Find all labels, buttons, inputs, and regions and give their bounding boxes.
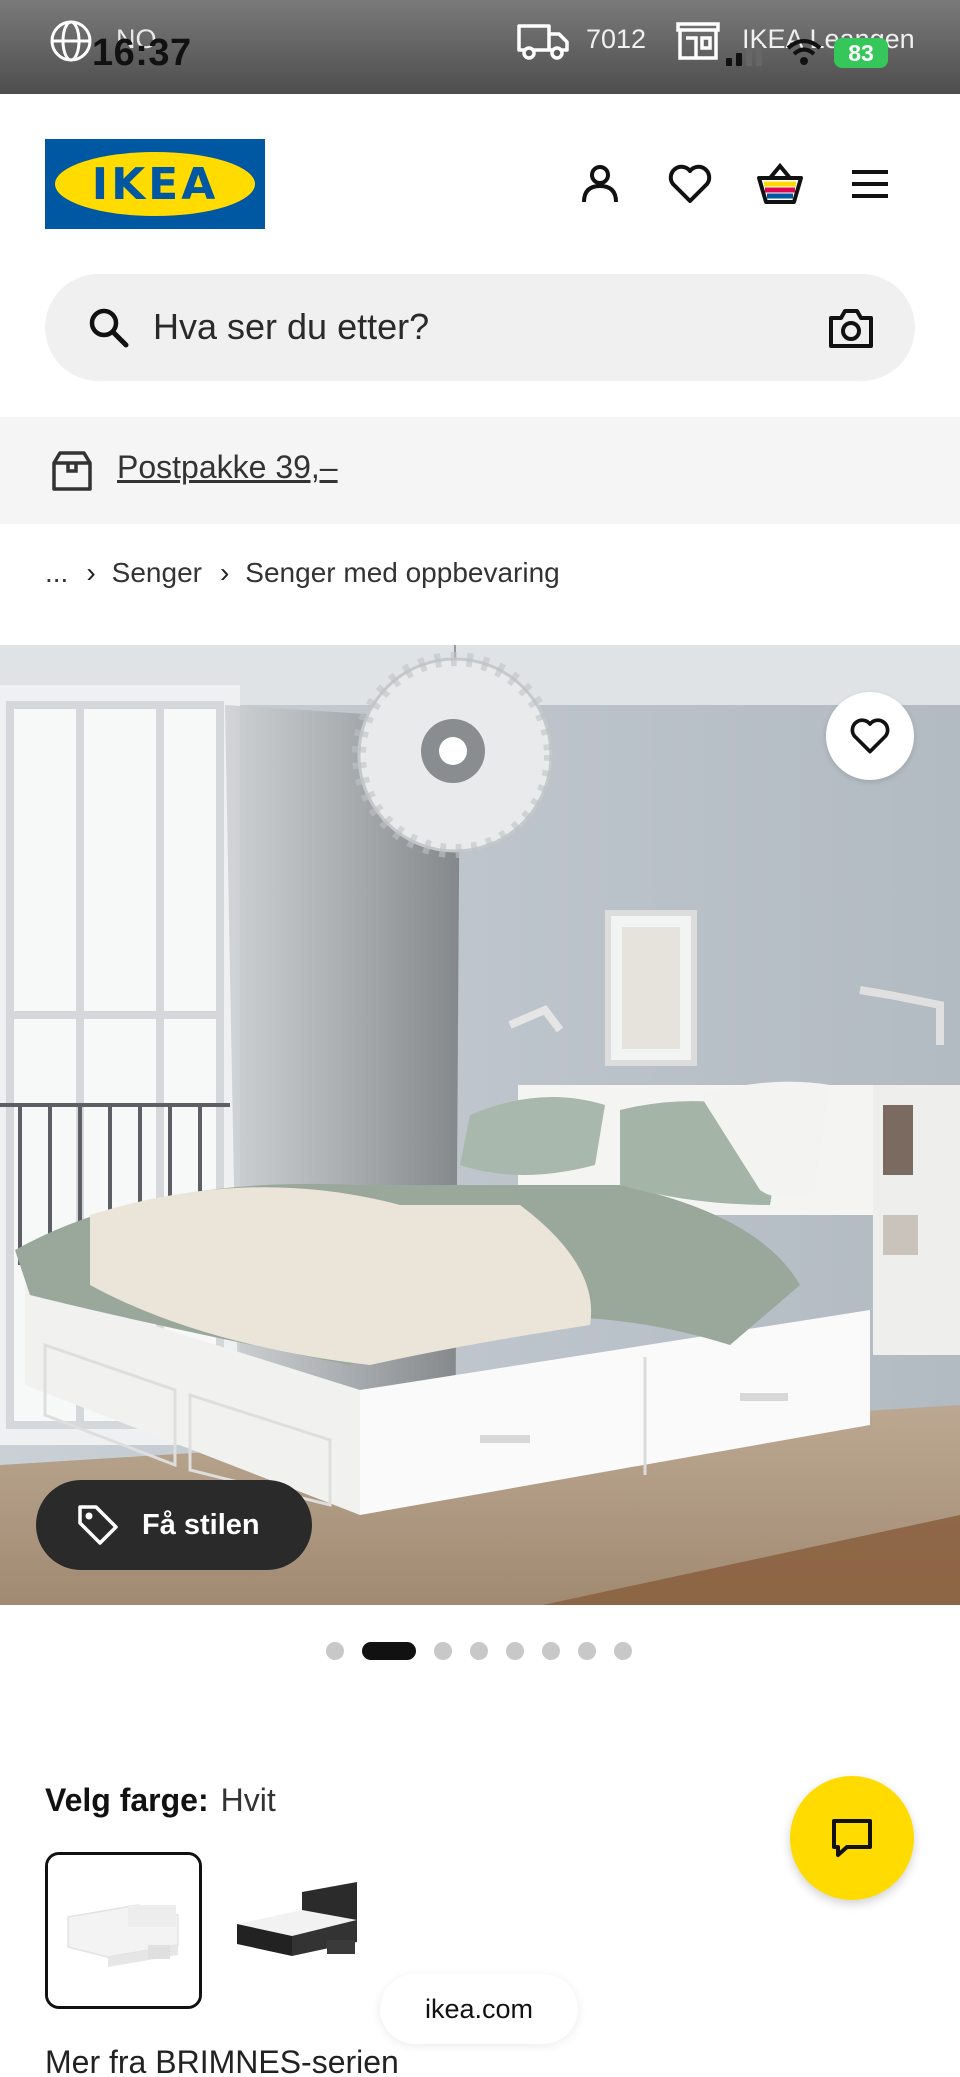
search-bar[interactable]	[45, 274, 915, 381]
ikea-logo[interactable]: IKEA	[45, 139, 265, 229]
carousel-dot[interactable]	[506, 1642, 524, 1660]
breadcrumb-item-senger[interactable]: Senger	[112, 557, 202, 589]
carousel-dot[interactable]	[434, 1642, 452, 1660]
store-icon	[676, 22, 720, 60]
logo-oval: IKEA	[55, 152, 255, 216]
carousel-dot-active[interactable]	[362, 1642, 416, 1660]
signal-icon	[726, 44, 762, 66]
shipping-promo-link[interactable]: Postpakke 39,–	[117, 449, 338, 486]
globe-icon	[50, 20, 92, 62]
truck-icon	[517, 24, 569, 60]
site-header: IKEA	[0, 94, 960, 274]
carousel-pagination	[326, 1640, 650, 1662]
breadcrumb: ... › Senger › Senger med oppbevaring	[45, 553, 560, 593]
carousel-dot[interactable]	[542, 1642, 560, 1660]
tag-icon	[78, 1505, 118, 1545]
account-icon[interactable]	[576, 160, 624, 208]
clock: 16:37	[92, 32, 192, 74]
logo-text: IKEA	[91, 158, 219, 210]
search-icon	[89, 308, 129, 348]
carousel-dot[interactable]	[470, 1642, 488, 1660]
color-selector-heading: Velg farge: Hvit	[45, 1782, 276, 1819]
color-option-black-brown[interactable]	[222, 1852, 379, 2009]
battery-indicator: 83	[834, 38, 888, 68]
get-the-look-button[interactable]: Få stilen	[36, 1480, 312, 1570]
breadcrumb-ellipsis[interactable]: ...	[45, 557, 68, 589]
heart-icon	[850, 718, 890, 754]
product-image-carousel[interactable]	[0, 645, 960, 1605]
chat-button[interactable]	[790, 1776, 914, 1900]
carousel-dot[interactable]	[578, 1642, 596, 1660]
save-to-favorites-button[interactable]	[826, 692, 914, 780]
color-value: Hvit	[220, 1782, 276, 1818]
wifi-icon	[786, 39, 822, 65]
chevron-right-icon: ›	[219, 557, 230, 588]
camera-icon[interactable]	[827, 306, 875, 350]
browser-url-pill[interactable]: ikea.com	[380, 1974, 578, 2044]
white-bed-thumbnail	[48, 1855, 199, 2006]
carousel-dot[interactable]	[326, 1642, 344, 1660]
menu-icon[interactable]	[846, 160, 894, 208]
basket-icon[interactable]	[756, 160, 804, 208]
color-label: Velg farge:	[45, 1782, 209, 1818]
status-bar: NO 16:37 7012 IKEA Leangen 83	[0, 0, 960, 94]
bedroom-product-photo	[0, 645, 960, 1605]
series-link[interactable]: Mer fra BRIMNES-serien	[45, 2044, 399, 2077]
breadcrumb-item-storage-beds[interactable]: Senger med oppbevaring	[245, 557, 559, 589]
color-option-white[interactable]	[45, 1852, 202, 2009]
delivery-code: 7012	[586, 24, 647, 54]
store-label: IKEA Leangen	[742, 24, 915, 54]
parcel-icon	[52, 451, 92, 491]
search-input[interactable]	[153, 296, 813, 358]
carousel-dot[interactable]	[614, 1642, 632, 1660]
black-bed-thumbnail	[222, 1852, 379, 2009]
get-the-look-label: Få stilen	[142, 1508, 260, 1541]
shipping-promo-banner: Postpakke 39,–	[0, 417, 960, 524]
chat-icon	[832, 1819, 872, 1857]
chevron-right-icon: ›	[86, 557, 96, 588]
heart-icon[interactable]	[666, 160, 714, 208]
